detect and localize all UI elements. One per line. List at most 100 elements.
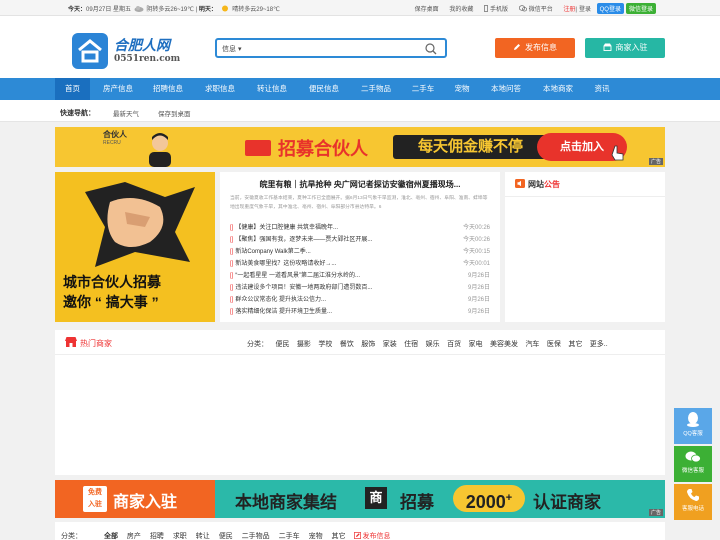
main-nav: 首页 房产信息 招聘信息 求职信息 转让信息 便民信息 二手物品 二手车 宠物 … [0, 78, 720, 100]
news-tag: [] [230, 297, 234, 303]
partner-promo-image[interactable]: 城市合伙人招募 邀你 “ 搞大事 ” [55, 172, 215, 322]
news-tag: [] [230, 237, 234, 243]
quick-link-weather[interactable]: 最新天气 [113, 108, 139, 118]
news-item[interactable]: [] 【健康】关注口腔健康 共筑幸福晚年... 今天00:26 [230, 222, 490, 232]
banner2-title: 商家入驻 [113, 494, 178, 511]
category-item[interactable]: 餐饮 [340, 341, 354, 348]
news-item[interactable]: [] 新站美食哪里找？这份攻略请收好→... 今天00:01 [230, 258, 490, 268]
partner-figure-icon [149, 133, 171, 167]
category-item[interactable]: 住宿 [404, 341, 418, 348]
nav-news[interactable]: 资讯 [588, 78, 616, 100]
edit-icon [354, 532, 362, 539]
category-item[interactable]: 百货 [447, 341, 461, 348]
category-item[interactable]: 宠物 [309, 533, 323, 540]
banner-title: 招募合伙人 [245, 135, 368, 161]
qq-login-button[interactable]: QQ登录 [596, 3, 624, 14]
nav-used-car[interactable]: 二手车 [404, 78, 442, 100]
divider [505, 196, 665, 197]
category-label: 分类： [247, 341, 268, 348]
phone-service-button[interactable]: 客服电话 [674, 484, 712, 520]
category-item[interactable]: 二手物品 [242, 533, 270, 540]
news-tag: [] [230, 273, 234, 279]
category-item[interactable]: 美容美发 [490, 341, 518, 348]
nav-transfer[interactable]: 转让信息 [250, 78, 294, 100]
ad-label: 广告 [648, 158, 663, 165]
logo-icon[interactable] [72, 33, 108, 69]
category-item[interactable]: 房产 [127, 533, 141, 540]
category-item[interactable]: 学校 [318, 341, 332, 348]
quick-nav-label: 快速导航： [60, 110, 95, 117]
category-item[interactable]: 二手车 [279, 533, 300, 540]
category-item[interactable]: 医保 [547, 341, 561, 348]
quick-link-save-desktop[interactable]: 保存到桌面 [158, 108, 191, 118]
category-item[interactable]: 家装 [383, 341, 397, 348]
news-item[interactable]: [] 【聚焦】强国有我，逐梦未来——贾大郢社区开展... 今天00:26 [230, 234, 490, 244]
category-item[interactable]: 汽车 [525, 341, 539, 348]
nav-secondhand[interactable]: 二手物品 [354, 78, 398, 100]
category-all[interactable]: 全部 [104, 533, 118, 540]
sun-icon [221, 5, 228, 12]
category-item[interactable]: 转让 [196, 533, 210, 540]
news-title: 群众公议常态化 提升执法公信力... [235, 297, 327, 303]
category-item[interactable]: 家电 [469, 341, 483, 348]
nav-qa[interactable]: 本地问答 [484, 78, 528, 100]
news-headline[interactable]: 皖里有粮｜抗旱抢种 央广网记者探访安徽宿州夏播现场... [220, 179, 500, 190]
top-bar: 今天：09月27日 星期五 阴转多云26~19℃ | 明天： 晴转多云29~18… [0, 0, 720, 16]
category-item[interactable]: 其它 [332, 533, 346, 540]
news-summary: 当前，安徽夏收工作基本结束，夏种工作已全面展开。据6月13日气象干旱监测，淮北、… [230, 196, 488, 210]
nav-seeking[interactable]: 求职信息 [198, 78, 242, 100]
category-item[interactable]: 娱乐 [426, 341, 440, 348]
nav-home[interactable]: 首页 [55, 78, 90, 100]
register-link[interactable]: 注册 [563, 7, 575, 13]
favorites-link[interactable]: 我的收藏 [449, 7, 473, 13]
wechat-link[interactable]: 微信平台 [518, 5, 553, 13]
hot-title: 热门商家 [65, 337, 112, 349]
category-item[interactable]: 求职 [173, 533, 187, 540]
wechat-service-button[interactable]: 微信客服 [674, 446, 712, 482]
qq-service-button[interactable]: QQ客服 [674, 408, 712, 444]
search-box[interactable]: 信息 ▾ [215, 38, 447, 58]
nav-jobs[interactable]: 招聘信息 [146, 78, 190, 100]
category-item[interactable]: 便民 [275, 341, 289, 348]
category-item[interactable]: 服饰 [361, 341, 375, 348]
search-icon[interactable] [425, 43, 437, 55]
news-item[interactable]: [] 落实精细化保洁 提升环境卫生质量... 9月26日 [230, 306, 490, 316]
nav-pets[interactable]: 宠物 [448, 78, 476, 100]
save-desktop-link[interactable]: 保存桌面 [415, 7, 439, 13]
news-date: 9月26日 [467, 297, 490, 303]
bottom-publish-link[interactable]: 发布信息 [354, 532, 390, 540]
wechat-login-button[interactable]: 微信登录 [625, 3, 656, 14]
news-item[interactable]: [] “一起看星星 一道看风景”第二届江淮分水岭的... 9月26日 [230, 270, 490, 280]
news-title: 落实精细化保洁 提升环境卫生质量... [235, 309, 333, 315]
partner-banner[interactable]: 合伙人 RECRU 招募合伙人 每天佣金赚不停 点击加入 广告 [55, 127, 665, 167]
merchant-banner[interactable]: 免费 入驻 商家入驻 本地商家集结 商 招募 2000+ 认证商家 广告 [55, 480, 665, 518]
nav-house[interactable]: 房产信息 [96, 78, 140, 100]
banner2-number-plus: + [505, 492, 513, 504]
category-item[interactable]: 摄影 [297, 341, 311, 348]
wechat-icon [685, 451, 701, 463]
top-links: 保存桌面 我的收藏 手机版 微信平台 注册| 登录 QQ登录 微信登录 [406, 3, 656, 14]
news-title: 【健康】关注口腔健康 共筑幸福晚年... [235, 225, 339, 231]
mobile-link[interactable]: 手机版 [484, 5, 508, 13]
publish-button[interactable]: 发布信息 [495, 38, 575, 58]
category-item[interactable]: 便民 [219, 533, 233, 540]
category-item[interactable]: 招聘 [150, 533, 164, 540]
nav-merchants[interactable]: 本地商家 [536, 78, 580, 100]
login-link[interactable]: 登录 [579, 7, 591, 13]
news-title: 新站美食哪里找？这份攻略请收好→... [235, 261, 337, 267]
banner-badge: 合伙人 [103, 130, 127, 139]
category-more[interactable]: 更多.. [590, 341, 608, 348]
news-item[interactable]: [] 新站Company Walk第二季... 今天00:15 [230, 246, 490, 256]
nav-convenience[interactable]: 便民信息 [302, 78, 346, 100]
shop-join-button[interactable]: 商家入驻 [585, 38, 665, 58]
news-item[interactable]: [] 违法建设多个项目！安徽一地两政府部门遭罚数百... 9月26日 [230, 282, 490, 292]
tomorrow-label: 明天： [198, 7, 217, 13]
news-date: 9月26日 [467, 273, 490, 279]
notice-title: 网站公告 [515, 179, 560, 190]
search-category-select[interactable]: 信息 ▾ [222, 44, 241, 54]
news-date: 9月26日 [467, 309, 490, 315]
category-item[interactable]: 其它 [568, 341, 582, 348]
banner2-shang: 商 [365, 487, 387, 509]
news-item[interactable]: [] 群众公议常态化 提升执法公信力... 9月26日 [230, 294, 490, 304]
news-tag: [] [230, 225, 234, 231]
